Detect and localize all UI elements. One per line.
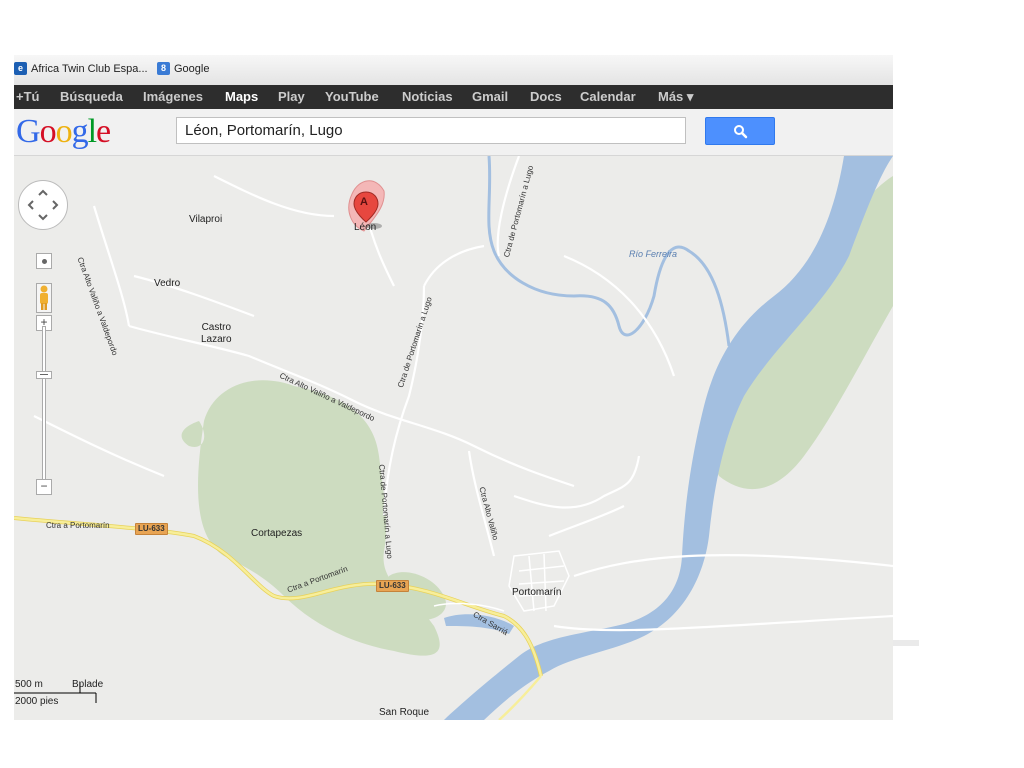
browser-favicon-icon: e [14,62,27,75]
dot-icon [41,259,47,264]
pan-arrows-icon [27,189,59,221]
bookmark-google[interactable]: 8 Google [157,62,209,75]
handle-icon [40,374,48,375]
park-area [708,176,893,490]
place-san-roque: San Roque [379,707,430,718]
search-button[interactable] [705,117,775,145]
zoom-out-button[interactable]: − [36,479,52,495]
street-view-pegman[interactable] [36,283,52,313]
bookmark-label: Google [174,62,210,75]
nav-busqueda[interactable]: Búsqueda [60,89,123,104]
place-cortapezas: Cortapezas [251,528,303,539]
nav-maps[interactable]: Maps [225,89,258,104]
page-margin [0,640,14,768]
scale-metric: 500 m [15,679,43,690]
nav-noticias[interactable]: Noticias [402,89,453,104]
search-input[interactable]: Léon, Portomarín, Lugo [176,117,686,144]
scale-bar: 500 m Bplade 2000 pies [14,677,104,707]
bookmarks-bar: e Africa Twin Club Espa... 8 Google [14,55,893,86]
place-portomarin: Portomarín [512,587,562,598]
road-shield-lu633: LU-633 [135,523,168,535]
river-label: Río Ferreira [629,249,678,259]
zoom-slider[interactable] [42,326,46,484]
map-graphics [14,156,893,720]
map-canvas[interactable]: A Léon Vilaproi Vedro Castro Lazaro Cort… [14,156,893,720]
search-header: Google Léon, Portomarín, Lugo [14,109,893,156]
map-edge-strip [893,640,919,646]
road-shield-lu633: LU-633 [376,580,409,592]
nav-youtube[interactable]: YouTube [325,89,379,104]
search-query: Léon, Portomarín, Lugo [185,122,343,139]
reset-view-button[interactable] [36,253,52,269]
bookmark-label: Africa Twin Club Espa... [31,62,148,75]
bookmark-africa-twin[interactable]: e Africa Twin Club Espa... [14,62,148,75]
place-castro-lazaro: Castro Lazaro [201,322,232,345]
nav-play[interactable]: Play [278,89,305,104]
scale-imperial: 2000 pies [15,696,59,707]
zoom-slider-handle[interactable] [36,371,52,379]
nav-calendar[interactable]: Calendar [580,89,636,104]
nav-imagenes[interactable]: Imágenes [143,89,203,104]
nav-plus-tu[interactable]: +Tú [16,89,39,104]
google-logo[interactable]: Google [16,113,111,151]
google-favicon-icon: 8 [157,62,170,75]
search-icon [734,125,748,139]
page-margin [893,640,1024,768]
road-label: Ctra a Portomarín [46,521,110,530]
nav-mas[interactable]: Más ▾ [658,89,693,105]
nav-gmail[interactable]: Gmail [472,89,508,104]
scale-extra: Bplade [72,679,104,690]
minus-icon: − [40,479,48,493]
pegman-icon [40,285,48,310]
marker-letter: A [360,196,368,208]
place-leon[interactable]: Léon [354,222,376,233]
nav-docs[interactable]: Docs [530,89,562,104]
place-vedro: Vedro [154,278,181,289]
google-nav-bar: +Tú Búsqueda Imágenes Maps Play YouTube … [14,85,893,109]
pan-control[interactable] [18,180,68,230]
place-vilaproi: Vilaproi [189,214,223,225]
